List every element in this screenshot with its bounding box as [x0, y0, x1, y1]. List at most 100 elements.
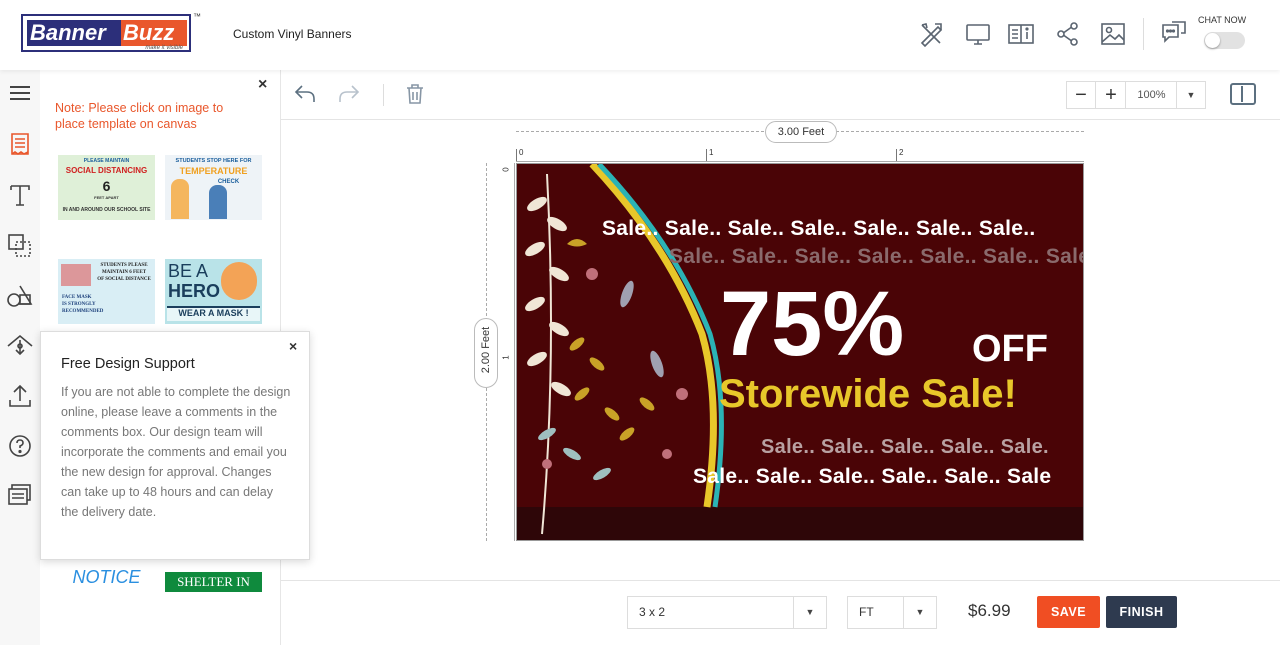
- finish-button[interactable]: FINISH: [1106, 596, 1177, 628]
- ruler-number: 1: [709, 148, 714, 157]
- template-thumbnail[interactable]: STUDENTS STOP HERE FOR TEMPERATURE CHECK: [165, 155, 262, 220]
- clipart-icon[interactable]: [6, 282, 34, 310]
- toolbar-divider: [383, 84, 384, 106]
- ruler-tick: [516, 149, 517, 161]
- unit-select[interactable]: FT ▼: [847, 596, 937, 629]
- price: $6.99: [968, 601, 1011, 620]
- thumb-text: STUDENTS STOP HERE FOR: [175, 158, 252, 164]
- ruler-number: 2: [899, 148, 904, 157]
- unit-value: FT: [859, 605, 874, 619]
- templates-icon[interactable]: [6, 130, 34, 158]
- thumb-text: TEMPERATURE: [179, 166, 248, 176]
- ruler-tick: [896, 149, 897, 161]
- size-value: 3 x 2: [639, 605, 666, 619]
- shapes-icon[interactable]: [6, 231, 34, 259]
- logo-part1: Banner: [27, 20, 121, 46]
- chat-toggle[interactable]: [1204, 32, 1245, 49]
- ruler-tick: [706, 149, 707, 161]
- thumb-figure: [171, 179, 189, 219]
- size-select[interactable]: 3 x 2 ▼: [627, 596, 827, 629]
- discount-percent[interactable]: 75%: [720, 274, 904, 374]
- page-title: Custom Vinyl Banners: [233, 27, 352, 41]
- background-icon[interactable]: [6, 332, 34, 360]
- template-thumbnail[interactable]: NOTICE: [58, 565, 155, 587]
- bannerbuzz-logo[interactable]: Banner Buzz make it visible ™: [21, 12, 201, 52]
- image-icon[interactable]: [1099, 20, 1127, 48]
- thumb-text: FEET APART: [94, 195, 119, 200]
- thumb-figure: [61, 264, 91, 286]
- upload-icon[interactable]: [6, 382, 34, 410]
- sale-text-row[interactable]: Sale.. Sale.. Sale.. Sale.. Sale.. Sale: [693, 465, 1051, 489]
- banner-canvas[interactable]: Sale.. Sale.. Sale.. Sale.. Sale.. Sale.…: [516, 163, 1084, 541]
- sale-text-row[interactable]: Sale.. Sale.. Sale.. Sale.. Sale.: [761, 436, 1049, 459]
- zoom-control: − + 100% ▼: [1066, 81, 1206, 109]
- support-title: Free Design Support: [61, 356, 195, 372]
- header: Banner Buzz make it visible ™ Custom Vin…: [0, 0, 1280, 70]
- chat-now-label: CHAT NOW: [1198, 15, 1247, 25]
- thumb-text: MAINTAIN 6 FEET: [101, 270, 147, 275]
- support-body: If you are not able to complete the desi…: [61, 385, 291, 519]
- thumb-text: FACE MASK: [62, 295, 92, 300]
- template-thumbnail[interactable]: BE A HERO WEAR A MASK !: [165, 259, 262, 324]
- panel-note: Note: Please click on image to place tem…: [55, 101, 224, 131]
- template-thumbnail[interactable]: STUDENTS PLEASE MAINTAIN 6 FEET OF SOCIA…: [58, 259, 155, 324]
- width-label: 3.00 Feet: [765, 121, 837, 143]
- height-label-text: 2.00 Feet: [480, 326, 492, 374]
- book-info-icon[interactable]: [1007, 20, 1035, 48]
- thumb-text: STUDENTS PLEASE: [100, 263, 148, 268]
- text-icon[interactable]: [6, 181, 34, 209]
- redo-icon[interactable]: [337, 82, 361, 106]
- template-thumbnail[interactable]: PLEASE MAINTAIN SOCIAL DISTANCING 6 FEET…: [58, 155, 155, 220]
- sale-text-row[interactable]: Sale.. Sale.. Sale.. Sale.. Sale.. Sale.…: [602, 217, 1036, 241]
- thumb-text: HERO: [168, 281, 221, 301]
- template-thumbnail[interactable]: SHELTER IN: [165, 572, 262, 592]
- comments-icon[interactable]: [6, 481, 34, 509]
- thumb-text: PLEASE MAINTAIN: [83, 158, 130, 164]
- menu-icon[interactable]: [6, 79, 34, 107]
- zoom-dropdown-icon[interactable]: ▼: [1177, 82, 1205, 108]
- thumb-text: NOTICE: [72, 567, 141, 587]
- ruler-top: 0 1 2: [516, 148, 1084, 162]
- thumb-text: OF SOCIAL DISTANCE: [97, 277, 151, 282]
- thumb-figure: [221, 262, 257, 300]
- thumb-text: BE A: [168, 261, 209, 281]
- logo-part2: Buzz: [121, 20, 187, 46]
- delete-icon[interactable]: [403, 82, 427, 106]
- desktop-preview-icon[interactable]: [964, 20, 992, 48]
- support-close-icon[interactable]: ×: [289, 338, 297, 354]
- zoom-out-button[interactable]: −: [1067, 82, 1096, 108]
- toggle-panel-icon[interactable]: [1230, 83, 1256, 105]
- thumb-text: WEAR A MASK !: [178, 308, 249, 318]
- design-tools-icon[interactable]: [917, 20, 945, 48]
- help-icon[interactable]: [6, 432, 34, 460]
- chevron-down-icon[interactable]: ▼: [793, 597, 826, 628]
- undo-icon[interactable]: [293, 82, 317, 106]
- share-icon[interactable]: [1054, 20, 1082, 48]
- height-label: 2.00 Feet: [474, 318, 498, 388]
- chevron-down-icon[interactable]: ▼: [903, 597, 936, 628]
- ruler-number: 0: [501, 167, 511, 172]
- banner-headline[interactable]: Storewide Sale!: [719, 372, 1017, 417]
- design-support-popup: × Free Design Support If you are not abl…: [40, 331, 310, 560]
- editor-toolbar: − + 100% ▼: [281, 70, 1280, 120]
- thumb-figure: [209, 185, 227, 219]
- tool-rail: [0, 70, 40, 645]
- bottom-bar: 3 x 2 ▼ FT ▼ $6.99 SAVE FINISH: [281, 580, 1280, 645]
- zoom-in-button[interactable]: +: [1097, 82, 1126, 108]
- thumb-text: CHECK: [217, 179, 240, 185]
- thumb-text: IN AND AROUND OUR SCHOOL SITE: [62, 207, 151, 213]
- chat-icon[interactable]: [1160, 19, 1188, 47]
- logo-tagline: make it visible: [145, 45, 183, 51]
- thumb-text: SOCIAL DISTANCING: [65, 166, 148, 175]
- ruler-number: 1: [501, 355, 511, 360]
- ruler-number: 0: [519, 148, 524, 157]
- toggle-knob: [1205, 33, 1220, 48]
- sale-text-row[interactable]: Sale.. Sale.. Sale.. Sale.. Sale.. Sale.…: [669, 245, 1083, 269]
- logo-tm: ™: [193, 12, 201, 21]
- discount-off[interactable]: OFF: [972, 328, 1048, 371]
- ruler-left: 0 1: [502, 163, 515, 541]
- zoom-value[interactable]: 100%: [1127, 82, 1177, 108]
- save-button[interactable]: SAVE: [1037, 596, 1100, 628]
- thumb-text: RECOMMENDED: [62, 309, 104, 314]
- panel-close-icon[interactable]: ×: [258, 76, 267, 94]
